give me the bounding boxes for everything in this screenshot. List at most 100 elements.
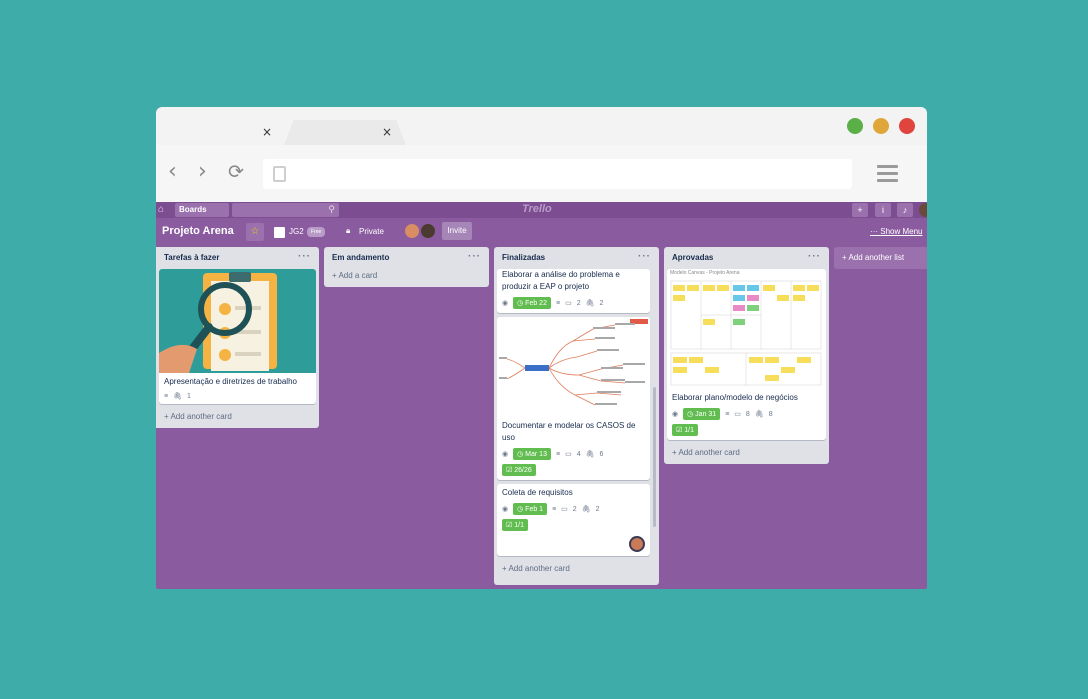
card[interactable]: Coleta de requisitos ◉ ◷ Feb 1 ≡ ▭ 2 🖇︎ 2 … xyxy=(497,484,650,556)
avatar[interactable] xyxy=(919,203,927,217)
bell-icon[interactable]: ♪ xyxy=(897,203,913,217)
list-title[interactable]: Aprovadas ··· xyxy=(664,247,829,269)
card-badges: ◉ ◷ Feb 1 ≡ ▭ 2 🖇︎ 2 xyxy=(497,501,650,519)
browser-menu-icon[interactable] xyxy=(877,165,898,186)
boards-button[interactable]: Boards xyxy=(175,203,229,217)
due-date-badge[interactable]: ◷ Feb 1 xyxy=(513,503,548,515)
forward-icon[interactable]: › xyxy=(198,159,207,185)
board-title[interactable]: Projeto Arena xyxy=(162,225,234,237)
list-title[interactable]: Finalizadas ··· xyxy=(494,247,659,269)
close-tab-icon[interactable]: × xyxy=(262,125,272,139)
checklist-count: 1/1 xyxy=(514,522,524,529)
close-tab-icon[interactable]: × xyxy=(382,125,392,139)
home-icon[interactable]: ⌂ xyxy=(158,204,164,215)
eye-icon: ◉ xyxy=(672,411,679,418)
star-icon[interactable]: ☆ xyxy=(246,223,264,241)
paperclip-icon: 🖇︎ xyxy=(581,506,591,513)
card[interactable]: Modelo Canvas - Projeto Arena Elaborar p… xyxy=(667,269,826,440)
lock-icon: 🔒︎ xyxy=(346,226,351,235)
list-menu-icon[interactable]: ··· xyxy=(298,251,311,262)
description-icon: ≡ xyxy=(555,299,561,307)
browser-window: × × ‹ › ⟳ ⌂ Boards ⚲ Trello + i ♪ Projet… xyxy=(156,107,927,589)
checklist-badge: ☑ 26/26 xyxy=(502,464,536,476)
add-card-button[interactable]: + Add another card xyxy=(156,408,319,428)
trello-header: ⌂ Boards ⚲ Trello + i ♪ xyxy=(156,202,927,218)
invite-button[interactable]: Invite xyxy=(442,222,472,240)
description-icon: ≡ xyxy=(552,505,557,513)
page-icon xyxy=(273,166,286,182)
window-controls xyxy=(847,118,915,134)
clock-icon: ◷ xyxy=(517,300,524,307)
list-scrollbar[interactable] xyxy=(653,387,656,527)
maximize-button[interactable] xyxy=(847,118,863,134)
card-title: Documentar e modelar os CASOS de uso xyxy=(502,421,636,442)
list-menu-icon[interactable]: ··· xyxy=(808,251,821,262)
add-icon[interactable]: + xyxy=(852,203,868,217)
description-icon: ≡ xyxy=(555,450,561,458)
back-icon[interactable]: ‹ xyxy=(168,159,177,185)
card-title: Elaborar a análise do problema e produzi… xyxy=(502,270,620,291)
comment-icon: ▭ xyxy=(561,506,568,513)
browser-tab[interactable]: × xyxy=(164,120,286,145)
comment-count: 4 xyxy=(576,450,581,458)
due-date: Jan 31 xyxy=(695,411,717,418)
add-card-button[interactable]: + Add another card xyxy=(494,560,659,580)
team-label[interactable]: JG2 xyxy=(289,227,304,236)
team-icon xyxy=(274,227,285,238)
visibility-label[interactable]: Private xyxy=(359,227,384,236)
close-button[interactable] xyxy=(899,118,915,134)
add-list-button[interactable]: + Add another list xyxy=(834,247,927,269)
member-avatar[interactable] xyxy=(420,223,436,239)
address-bar[interactable] xyxy=(263,159,852,189)
info-icon[interactable]: i xyxy=(875,203,891,217)
list-title[interactable]: Tarefas à fazer ··· xyxy=(156,247,319,269)
list-aprovadas: Aprovadas ··· Modelo Canvas - Projeto Ar… xyxy=(664,247,829,464)
show-menu-link[interactable]: ··· Show Menu xyxy=(870,227,922,236)
free-badge: Free xyxy=(307,227,326,237)
minimize-button[interactable] xyxy=(873,118,889,134)
attachment-count: 2 xyxy=(599,299,604,307)
card[interactable]: Elaborar a análise do problema e produzi… xyxy=(497,269,650,313)
comment-icon: ▭ xyxy=(565,451,572,458)
add-card-button[interactable]: + Add a card xyxy=(324,269,489,287)
search-icon: ⚲ xyxy=(328,204,335,214)
search-input[interactable]: ⚲ xyxy=(232,203,339,217)
add-card-button[interactable]: + Add another card xyxy=(664,444,829,464)
card-cover-canvas: Modelo Canvas - Projeto Arena xyxy=(667,269,826,389)
list-menu-icon[interactable]: ··· xyxy=(468,251,481,262)
due-date: Feb 22 xyxy=(525,300,547,307)
description-icon: ≡ xyxy=(164,392,169,400)
clock-icon: ◷ xyxy=(517,506,524,513)
card-badges: ☑ 26/26 xyxy=(497,464,650,480)
list-finalizadas: Finalizadas ··· Elaborar a análise do pr… xyxy=(494,247,659,585)
comment-count: 2 xyxy=(576,299,581,307)
eye-icon: ◉ xyxy=(502,451,509,458)
card-title: Coleta de requisitos xyxy=(502,488,573,497)
boards-label: Boards xyxy=(179,205,207,214)
due-date-badge[interactable]: ◷ Mar 13 xyxy=(513,448,551,460)
card-cover-mindmap xyxy=(497,317,650,417)
due-date-badge[interactable]: ◷ Feb 22 xyxy=(513,297,551,309)
browser-tab[interactable]: × xyxy=(284,120,406,145)
clock-icon: ◷ xyxy=(687,411,694,418)
list-title-text: Aprovadas xyxy=(672,253,714,262)
checklist-badge: ☑ 1/1 xyxy=(502,519,528,531)
card-badges: ☑ 1/1 xyxy=(497,519,650,535)
member-avatar[interactable] xyxy=(404,223,420,239)
member-avatar[interactable] xyxy=(629,536,645,552)
due-date-badge[interactable]: ◷ Jan 31 xyxy=(683,408,721,420)
comment-count: 2 xyxy=(572,505,577,513)
card[interactable]: Documentar e modelar os CASOS de uso ◉ ◷… xyxy=(497,317,650,480)
list-title-text: Finalizadas xyxy=(502,253,546,262)
list-title[interactable]: Em andamento ··· xyxy=(324,247,489,269)
attachment-count: 6 xyxy=(599,450,604,458)
browser-toolbar: ‹ › ⟳ xyxy=(156,145,927,202)
reload-icon[interactable]: ⟳ xyxy=(228,159,244,185)
list-title-text: Tarefas à fazer xyxy=(164,253,220,262)
eye-icon: ◉ xyxy=(502,300,509,307)
list-menu-icon[interactable]: ··· xyxy=(638,251,651,262)
menu-dots-icon: ··· xyxy=(870,227,878,236)
list-tarefas: Tarefas à fazer ··· Apresentação e diret… xyxy=(156,247,319,428)
trello-logo: Trello xyxy=(522,203,552,215)
card[interactable]: Apresentação e diretrizes de trabalho ≡ … xyxy=(159,269,316,404)
